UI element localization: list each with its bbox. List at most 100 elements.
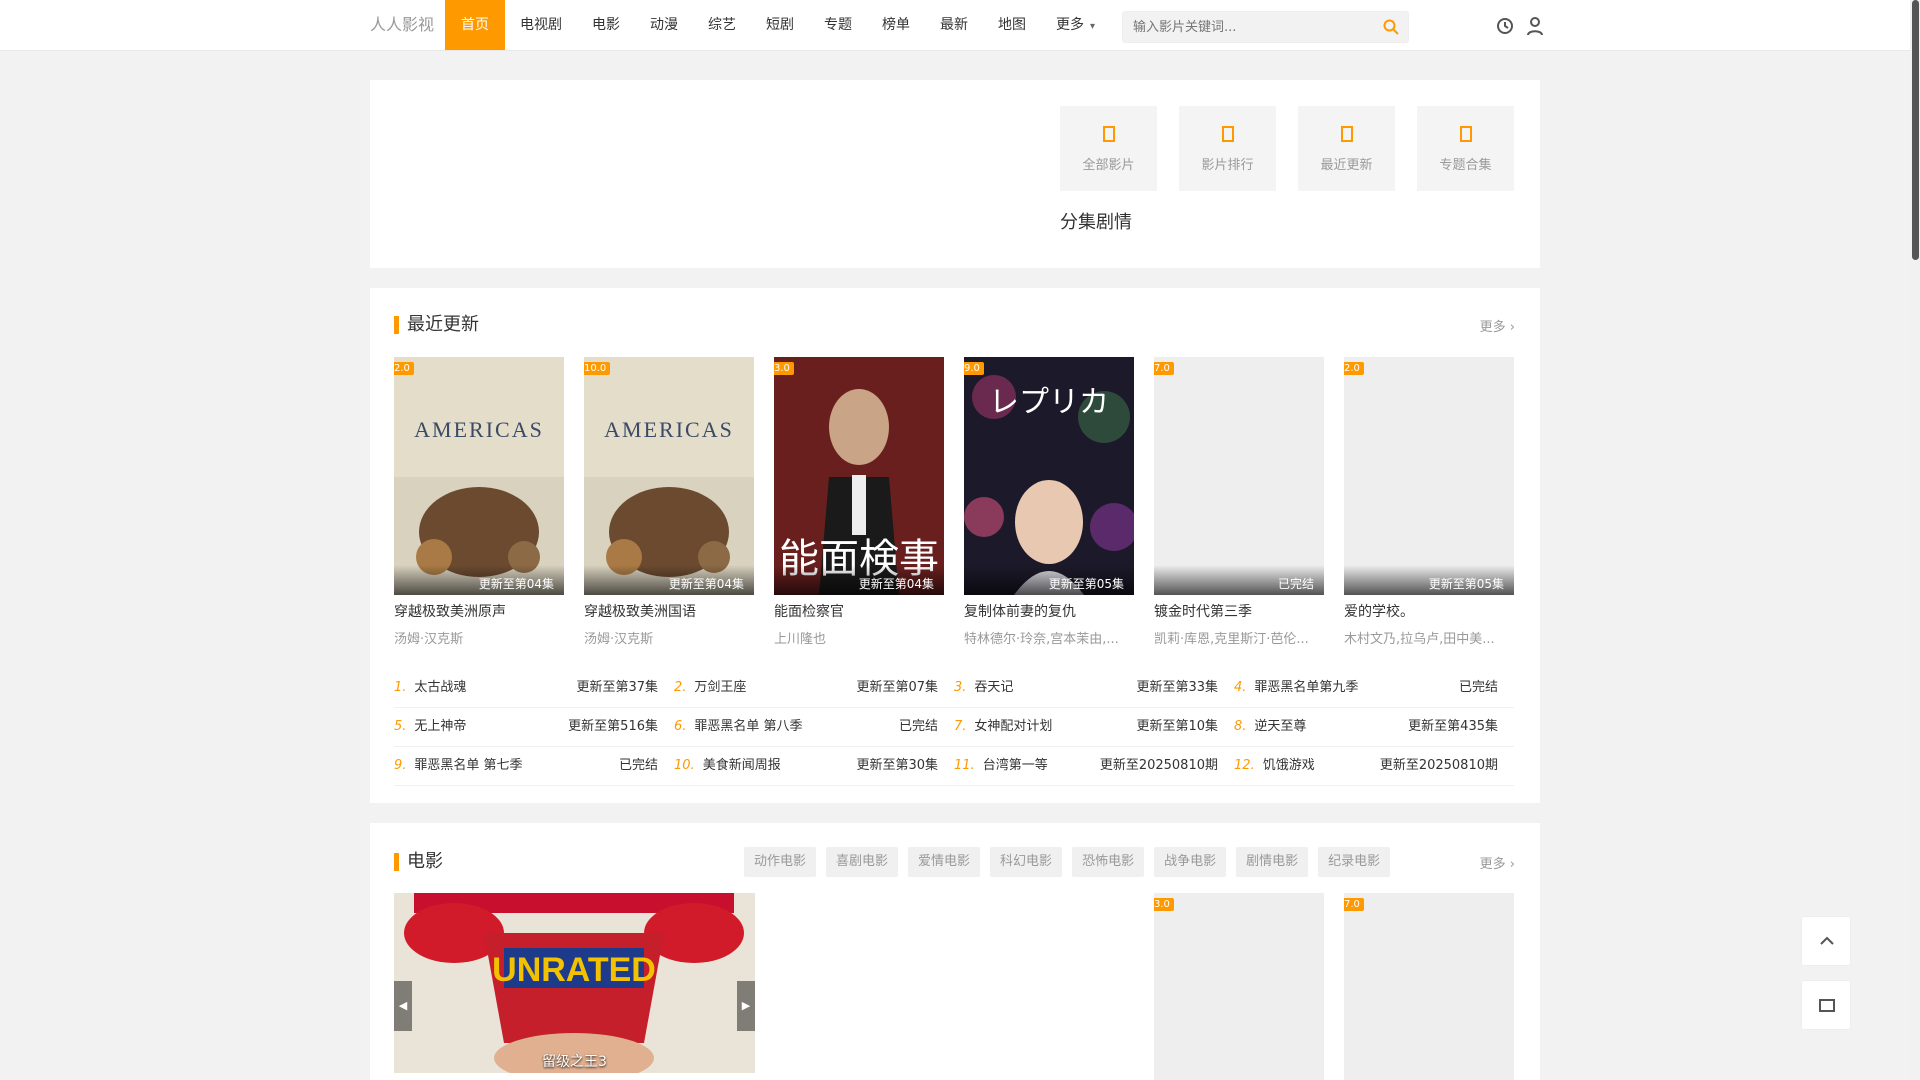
quick-topics[interactable]: 专题合集 xyxy=(1417,106,1514,191)
card-title[interactable]: 能面检察官 xyxy=(774,601,944,621)
nav-more[interactable]: 更多 ▾ xyxy=(1041,0,1110,50)
rank-title[interactable]: 罪恶黑名单 第七季 xyxy=(414,747,619,785)
genre-tag[interactable]: 科幻电影 xyxy=(990,847,1063,877)
poster-image: AMERICAS xyxy=(584,357,754,595)
rank-number: 11. xyxy=(954,758,975,773)
poster-americas[interactable]: AMERICAS 10.0 更新至第04集 xyxy=(584,357,754,595)
genre-tag[interactable]: 爱情电影 xyxy=(908,847,981,877)
movie-card[interactable]: AMERICAS 2.0 更新至第04集 穿越极致美洲原声 汤姆·汉克斯 xyxy=(394,357,564,647)
nav-latest[interactable]: 最新 xyxy=(925,0,983,50)
update-status: 更新至第05集 xyxy=(1344,565,1514,595)
list-item[interactable]: 12. 饥饿游戏 更新至20250810期 xyxy=(1234,747,1514,786)
list-item[interactable]: 8. 逆天至尊 更新至第435集 xyxy=(1234,708,1514,747)
nav-anime[interactable]: 动漫 xyxy=(635,0,693,50)
section-title: 最近更新 xyxy=(394,310,479,336)
poster-placeholder[interactable]: 7.0 xyxy=(1344,893,1514,1080)
poster-placeholder[interactable]: 7.0 已完结 xyxy=(1154,357,1324,595)
genre-tag[interactable]: 喜剧电影 xyxy=(826,847,899,877)
rank-title[interactable]: 吞天记 xyxy=(974,669,1136,707)
list-item[interactable]: 2. 万剑王座 更新至第07集 xyxy=(674,669,954,708)
rank-title[interactable]: 罪恶黑名单 第八季 xyxy=(694,708,899,746)
list-item[interactable]: 6. 罪恶黑名单 第八季 已完结 xyxy=(674,708,954,747)
nav-topic[interactable]: 专题 xyxy=(809,0,867,50)
genre-tag[interactable]: 剧情电影 xyxy=(1236,847,1309,877)
list-item[interactable]: 1. 太古战魂 更新至第37集 xyxy=(394,669,674,708)
quick-all-films[interactable]: 全部影片 xyxy=(1060,106,1157,191)
genre-tag[interactable]: 恐怖电影 xyxy=(1072,847,1145,877)
card-actors: 上川隆也 xyxy=(774,632,827,647)
card-title[interactable]: 镀金时代第三季 xyxy=(1154,601,1324,621)
recent-more-link[interactable]: 更多 › xyxy=(1480,316,1515,335)
genre-tag[interactable]: 动作电影 xyxy=(744,847,817,877)
message-icon xyxy=(1819,999,1835,1012)
rank-title[interactable]: 女神配对计划 xyxy=(974,708,1136,746)
movie-card[interactable]: レプリカ 9.0 更新至第05集 复制体前妻的复仇 特林德尔·玲奈,宫本茉由,.… xyxy=(964,357,1134,647)
rank-title[interactable]: 无上神帝 xyxy=(414,708,568,746)
movie-card[interactable]: 3.0 xyxy=(1154,893,1324,1080)
poster-placeholder[interactable]: 3.0 xyxy=(1154,893,1324,1080)
score-badge: 9.0 xyxy=(964,362,984,375)
search-icon[interactable] xyxy=(1382,18,1400,36)
rank-status: 更新至第10集 xyxy=(1136,719,1218,734)
nav-map[interactable]: 地图 xyxy=(983,0,1041,50)
card-title[interactable]: 穿越极致美洲国语 xyxy=(584,601,754,621)
chevron-down-icon: ▾ xyxy=(1090,21,1096,32)
movie-card[interactable]: 2.0 更新至第05集 爱的学校。 木村文乃,拉乌卢,田中美... xyxy=(1344,357,1514,647)
genre-tag[interactable]: 纪录电影 xyxy=(1318,847,1391,877)
card-actors: 汤姆·汉克斯 xyxy=(394,632,464,647)
rank-title[interactable]: 万剑王座 xyxy=(694,669,856,707)
carousel-title[interactable]: 留级之王3 xyxy=(394,1051,755,1071)
card-actors: 汤姆·汉克斯 xyxy=(584,632,654,647)
back-to-top-button[interactable] xyxy=(1801,916,1851,966)
rank-title[interactable]: 逆天至尊 xyxy=(1254,708,1408,746)
nav-variety[interactable]: 综艺 xyxy=(693,0,751,50)
movie-card[interactable]: 7.0 xyxy=(1344,893,1514,1080)
quick-ranking[interactable]: 影片排行 xyxy=(1179,106,1276,191)
list-item[interactable]: 3. 吞天记 更新至第33集 xyxy=(954,669,1234,708)
svg-text:AMERICAS: AMERICAS xyxy=(604,417,734,442)
rank-status: 更新至20250810期 xyxy=(1379,758,1498,773)
nav-movie[interactable]: 电影 xyxy=(577,0,635,50)
poster-noumen[interactable]: 能面検事 3.0 更新至第04集 xyxy=(774,357,944,595)
nav-home[interactable]: 首页 xyxy=(445,0,505,50)
rank-status: 更新至第37集 xyxy=(576,680,658,695)
feedback-button[interactable] xyxy=(1801,980,1851,1030)
episode-synopsis-link[interactable]: 分集剧情 xyxy=(1060,208,1132,234)
list-item[interactable]: 11. 台湾第一等 更新至20250810期 xyxy=(954,747,1234,786)
rank-title[interactable]: 台湾第一等 xyxy=(983,747,1100,785)
scrollbar-thumb[interactable] xyxy=(1912,0,1919,260)
movie-carousel[interactable]: UNRATED ◀ ▶ 留级之王3 xyxy=(394,893,755,1073)
list-item[interactable]: 5. 无上神帝 更新至第516集 xyxy=(394,708,674,747)
score-badge: 3.0 xyxy=(774,362,794,375)
score-badge: 7.0 xyxy=(1154,362,1174,375)
poster-placeholder[interactable]: 2.0 更新至第05集 xyxy=(1344,357,1514,595)
poster-replica[interactable]: レプリカ 9.0 更新至第05集 xyxy=(964,357,1134,595)
card-title[interactable]: 爱的学校。 xyxy=(1344,601,1514,621)
history-icon[interactable] xyxy=(1496,16,1514,36)
rank-title[interactable]: 饥饿游戏 xyxy=(1263,747,1380,785)
carousel-prev-button[interactable]: ◀ xyxy=(394,981,412,1031)
movies-more-link[interactable]: 更多 › xyxy=(1480,853,1515,872)
nav-chart[interactable]: 榜单 xyxy=(867,0,925,50)
movie-card[interactable]: AMERICAS 10.0 更新至第04集 穿越极致美洲国语 汤姆·汉克斯 xyxy=(584,357,754,647)
search-input[interactable] xyxy=(1123,12,1363,42)
user-icon[interactable] xyxy=(1526,16,1544,36)
rank-title[interactable]: 美食新闻周报 xyxy=(703,747,857,785)
rank-title[interactable]: 罪恶黑名单第九季 xyxy=(1254,669,1459,707)
nav-short-drama[interactable]: 短剧 xyxy=(751,0,809,50)
poster-americas[interactable]: AMERICAS 2.0 更新至第04集 xyxy=(394,357,564,595)
list-item[interactable]: 9. 罪恶黑名单 第七季 已完结 xyxy=(394,747,674,786)
list-item[interactable]: 10. 美食新闻周报 更新至第30集 xyxy=(674,747,954,786)
list-item[interactable]: 4. 罪恶黑名单第九季 已完结 xyxy=(1234,669,1514,708)
quick-recent[interactable]: 最近更新 xyxy=(1298,106,1395,191)
card-title[interactable]: 穿越极致美洲原声 xyxy=(394,601,564,621)
card-title[interactable]: 复制体前妻的复仇 xyxy=(964,601,1134,621)
genre-tag[interactable]: 战争电影 xyxy=(1154,847,1227,877)
site-logo[interactable]: 人人影视 xyxy=(370,0,434,50)
carousel-next-button[interactable]: ▶ xyxy=(737,981,755,1031)
list-item[interactable]: 7. 女神配对计划 更新至第10集 xyxy=(954,708,1234,747)
movie-card[interactable]: 能面検事 3.0 更新至第04集 能面检察官 上川隆也 xyxy=(774,357,944,647)
rank-title[interactable]: 太古战魂 xyxy=(414,669,576,707)
movie-card[interactable]: 7.0 已完结 镀金时代第三季 凯莉·库恩,克里斯汀·芭伦... xyxy=(1154,357,1324,647)
nav-tv[interactable]: 电视剧 xyxy=(505,0,577,50)
